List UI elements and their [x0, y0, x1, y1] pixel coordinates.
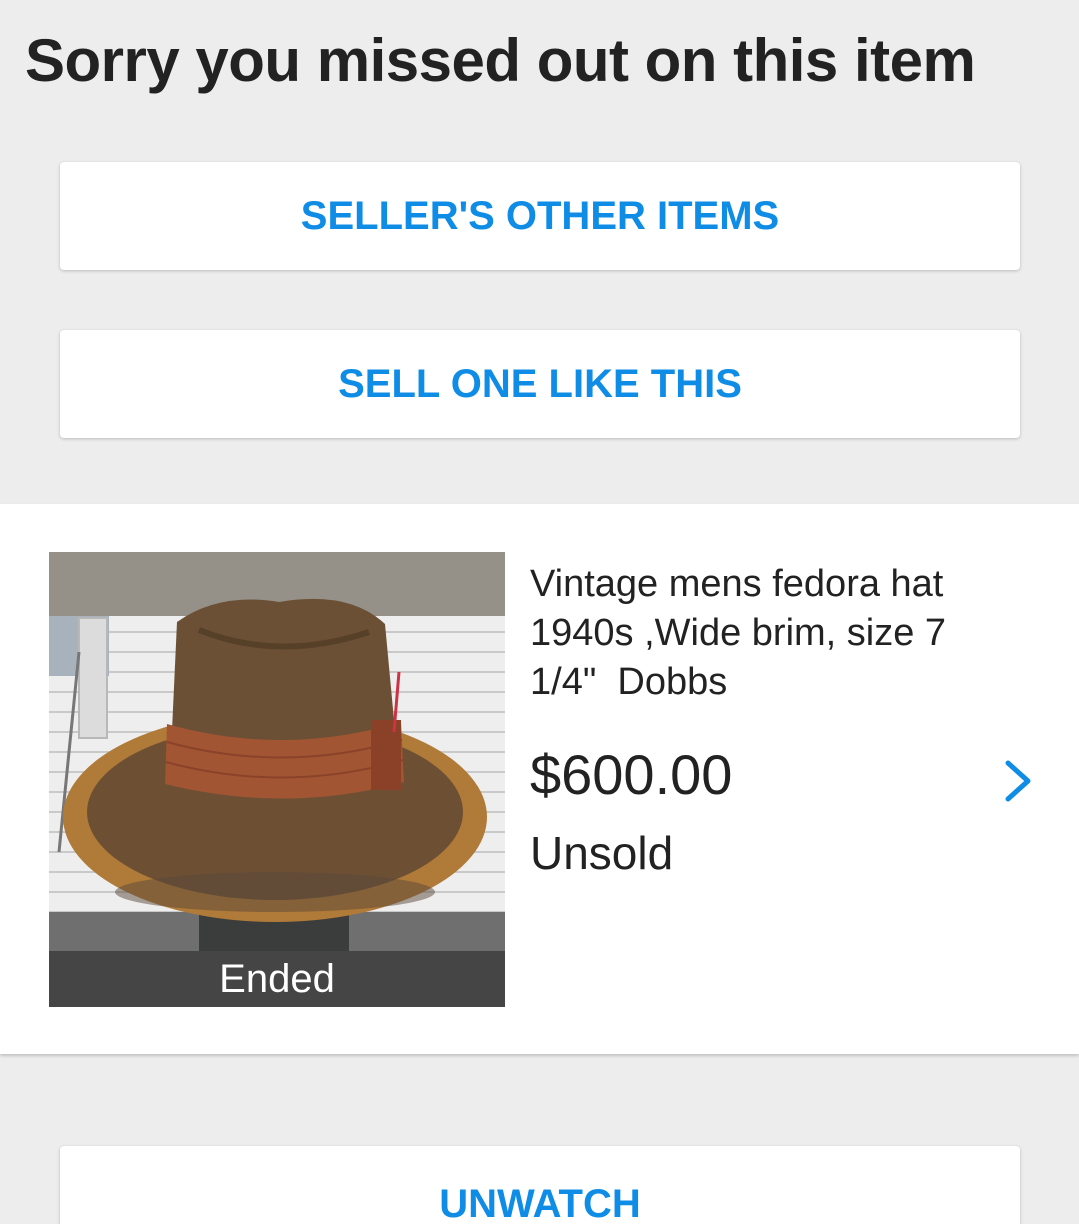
sell-one-like-this-button[interactable]: SELL ONE LIKE THIS: [60, 330, 1020, 438]
item-title: Vintage mens fedora hat 1940s ,Wide brim…: [530, 563, 957, 703]
item-thumbnail: Ended: [49, 552, 505, 1007]
page-title: Sorry you missed out on this item: [25, 27, 976, 94]
fedora-hat-photo: [49, 552, 505, 956]
item-status: Unsold: [530, 827, 674, 879]
item-price: $600.00: [530, 743, 733, 806]
unwatch-button[interactable]: UNWATCH: [60, 1146, 1020, 1224]
sellers-other-items-button[interactable]: SELLER'S OTHER ITEMS: [60, 162, 1020, 270]
item-card[interactable]: Ended Vintage mens fedora hat 1940s ,Wid…: [0, 504, 1079, 1054]
ended-badge: Ended: [49, 951, 505, 1007]
item-ended-page: Sorry you missed out on this item SELLER…: [0, 0, 1079, 1224]
chevron-right-icon[interactable]: [1002, 757, 1036, 805]
